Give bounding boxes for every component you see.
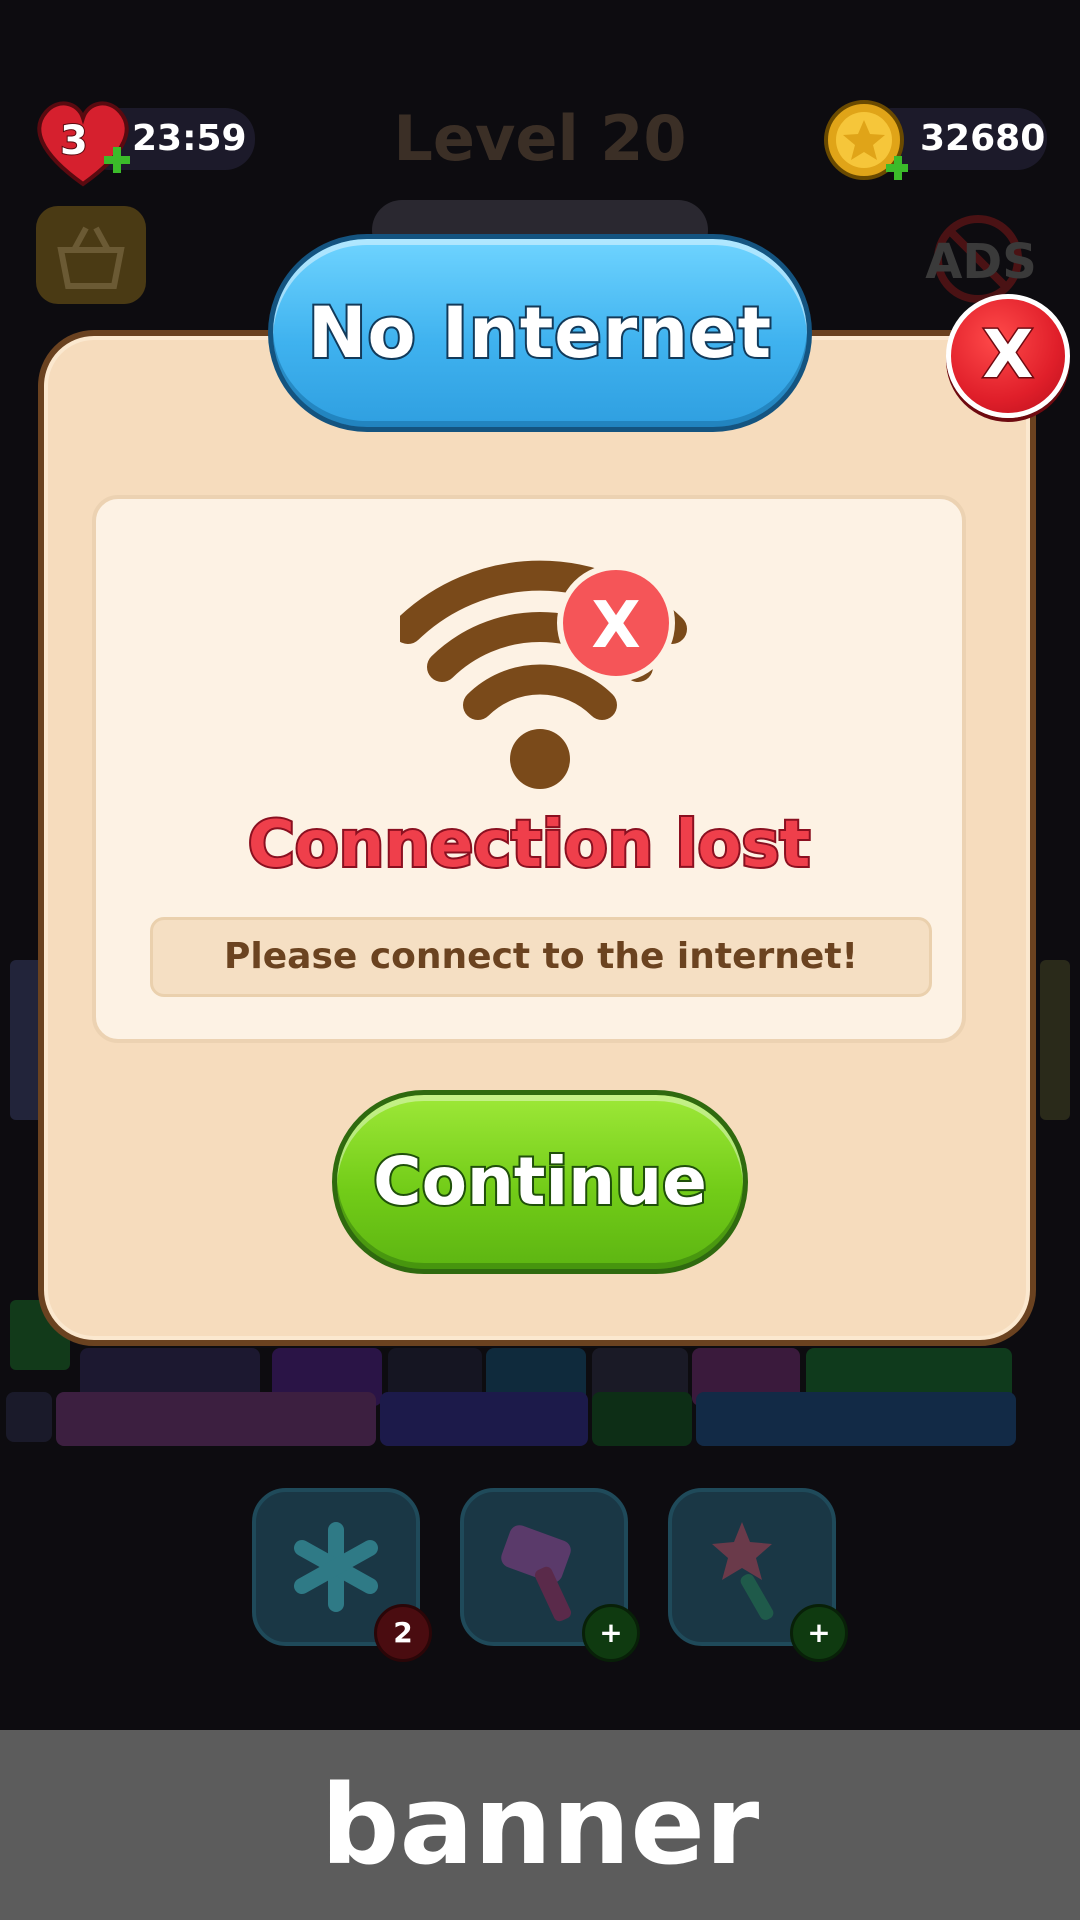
banner-label: banner bbox=[320, 1761, 760, 1889]
level-title: Level 20 bbox=[393, 102, 687, 175]
lives-count: 3 bbox=[59, 117, 89, 165]
booster-badge: + bbox=[790, 1604, 848, 1662]
wifi-off-icon: X bbox=[400, 560, 687, 789]
board-block bbox=[1040, 960, 1070, 1120]
ads-label: ADS bbox=[925, 234, 1037, 290]
booster-badge: + bbox=[582, 1604, 640, 1662]
wifi-error-badge: X bbox=[591, 589, 640, 663]
life-timer: 23:59 bbox=[132, 118, 247, 159]
message-box: Please connect to the internet! bbox=[150, 917, 932, 997]
continue-label: Continue bbox=[371, 1141, 709, 1222]
close-icon: X bbox=[981, 315, 1035, 395]
shop-button[interactable] bbox=[36, 206, 146, 304]
dialog-title-banner: No Internet bbox=[268, 234, 812, 432]
board-block bbox=[6, 1392, 52, 1442]
coin-count: 32680 bbox=[920, 118, 1046, 159]
close-button[interactable]: X bbox=[946, 294, 1070, 418]
board-block bbox=[380, 1392, 588, 1446]
booster-badge: 2 bbox=[374, 1604, 432, 1662]
board-block bbox=[56, 1392, 376, 1446]
message-text: Please connect to the internet! bbox=[224, 936, 858, 977]
continue-button[interactable]: Continue bbox=[332, 1090, 748, 1274]
basket-icon bbox=[57, 226, 125, 289]
coin-icon[interactable] bbox=[822, 98, 908, 184]
board-block bbox=[592, 1392, 692, 1446]
board-block bbox=[696, 1392, 1016, 1446]
no-ads-button[interactable]: ADS bbox=[916, 214, 1046, 304]
dialog-title: No Internet bbox=[306, 290, 773, 376]
status-heading: Connection lost bbox=[246, 806, 812, 884]
ad-banner[interactable]: banner bbox=[0, 1730, 1080, 1920]
